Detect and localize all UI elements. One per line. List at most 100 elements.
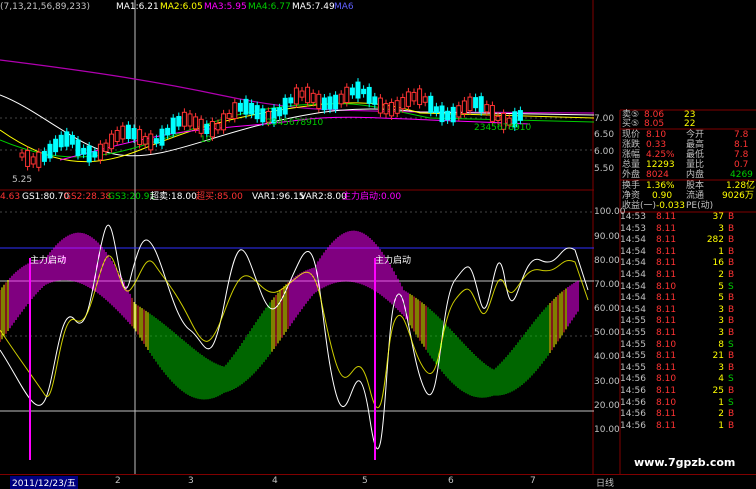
candle-body	[226, 113, 232, 119]
watermark-text: www.7gpzb.com	[634, 456, 736, 469]
candle-body	[377, 97, 383, 114]
tick-time: 14:55	[620, 351, 646, 362]
candle-body	[389, 101, 395, 117]
ind-axis-70: 70.00	[594, 280, 620, 290]
ma1-value: MA1:6.21	[116, 2, 159, 12]
tick-dir: S	[728, 281, 734, 292]
candle-body	[400, 97, 406, 110]
candle-body	[445, 110, 451, 121]
candle-body	[405, 91, 411, 107]
tick-vol: 2	[718, 270, 724, 280]
tick-dir: S	[728, 374, 734, 385]
candle-body	[433, 106, 439, 113]
candle-body	[25, 150, 31, 167]
candle-body	[310, 92, 316, 103]
tick-row: 14:54 8.11 1 B	[620, 247, 756, 258]
candle-body	[64, 131, 70, 147]
month-2-label: 2	[115, 476, 121, 486]
tick-vol: 3	[718, 362, 724, 373]
date-axis: 2011/12/23/五 2 3 4 5 6 7 日线	[0, 474, 756, 489]
candle-body	[333, 94, 339, 110]
tick-dir: B	[728, 270, 735, 280]
tick-price: 8.11	[656, 362, 677, 373]
candle-body	[243, 98, 249, 115]
candle-body	[131, 128, 137, 140]
candle-body	[198, 118, 204, 134]
ind-axis-60: 60.00	[594, 304, 620, 314]
candle-body	[428, 95, 434, 113]
period-tab-daily[interactable]: 日线	[596, 476, 614, 489]
candle-body	[456, 105, 462, 118]
tick-row: 14:56 8.11 25 B	[620, 386, 756, 397]
tick-row: 14:55 8.11 3 B	[620, 363, 756, 374]
tick-dir: S	[728, 339, 734, 350]
candle-body	[366, 86, 372, 104]
candle-body	[148, 133, 154, 151]
ind-axis-20: 20.00	[594, 401, 620, 411]
tick-price: 8.11	[656, 409, 677, 420]
candle-body	[461, 100, 467, 114]
tick-dir: B	[728, 212, 735, 222]
candle-body	[293, 87, 299, 105]
tick-time: 14:55	[620, 339, 646, 350]
candle-body	[338, 93, 344, 105]
tick-time: 14:56	[620, 374, 646, 385]
tick-vol: 3	[718, 223, 724, 234]
candle-body	[153, 138, 159, 144]
tick-price: 8.11	[656, 304, 677, 315]
tick-row: 14:53 8.11 3 B	[620, 224, 756, 235]
candle-body	[19, 152, 25, 158]
candle-body	[489, 105, 495, 122]
candle-body	[288, 97, 294, 104]
candle-body	[254, 105, 260, 120]
indicator-v0: 4.63	[0, 192, 21, 202]
candle-body	[450, 106, 456, 123]
tick-dir: B	[728, 293, 735, 304]
tick-price: 8.11	[656, 420, 677, 431]
candle-body	[69, 134, 75, 145]
tick-price: 8.11	[656, 246, 677, 257]
tick-vol: 282	[706, 235, 724, 246]
candle-body	[282, 97, 288, 115]
tick-dir: B	[728, 328, 735, 338]
candle-body	[92, 151, 98, 158]
candle-body	[305, 86, 311, 104]
tick-time: 14:54	[620, 293, 646, 304]
candle-body	[467, 96, 473, 112]
tick-dir: S	[728, 397, 734, 408]
gs3-value: GS3:20.91	[108, 192, 156, 202]
candle-body	[41, 150, 47, 162]
candle-body	[97, 143, 103, 161]
tick-vol: 4	[718, 374, 724, 385]
tick-row: 14:56 8.11 2 B	[620, 409, 756, 420]
candle-body	[75, 139, 81, 157]
candle-body	[47, 143, 53, 159]
tick-dir: B	[728, 386, 735, 396]
tick-row: 14:55 8.11 3 B	[620, 316, 756, 327]
ind-axis-40: 40.00	[594, 352, 620, 362]
low-price-label: 5.25	[12, 175, 33, 185]
tick-vol: 5	[718, 293, 724, 304]
tick-time: 14:53	[620, 223, 646, 234]
tick-time: 14:54	[620, 235, 646, 246]
kline-chart-area[interactable]: (7,13,21,56,89,233) MA1:6.21 MA2:6.05 MA…	[0, 0, 595, 474]
candle-body	[137, 129, 143, 146]
candle-body	[422, 96, 428, 103]
tick-vol: 21	[712, 351, 724, 362]
tick-dir: B	[728, 316, 735, 327]
ind-axis-90: 90.00	[594, 232, 620, 242]
candle-body	[249, 102, 255, 115]
tick-dir: B	[728, 258, 735, 269]
tick-dir: B	[728, 304, 735, 315]
kline-chart-svg[interactable]	[0, 0, 595, 474]
candle-body	[344, 86, 350, 103]
tick-time: 14:54	[620, 304, 646, 315]
candle-body	[187, 113, 193, 127]
tick-row: 14:55 8.11 21 B	[620, 351, 756, 362]
candle-body	[114, 129, 120, 143]
tick-row: 14:54 8.11 5 B	[620, 293, 756, 304]
tick-price: 8.11	[656, 316, 677, 327]
candle-body	[372, 96, 378, 105]
ma2-value: MA2:6.05	[160, 2, 203, 12]
candle-body	[170, 117, 176, 134]
